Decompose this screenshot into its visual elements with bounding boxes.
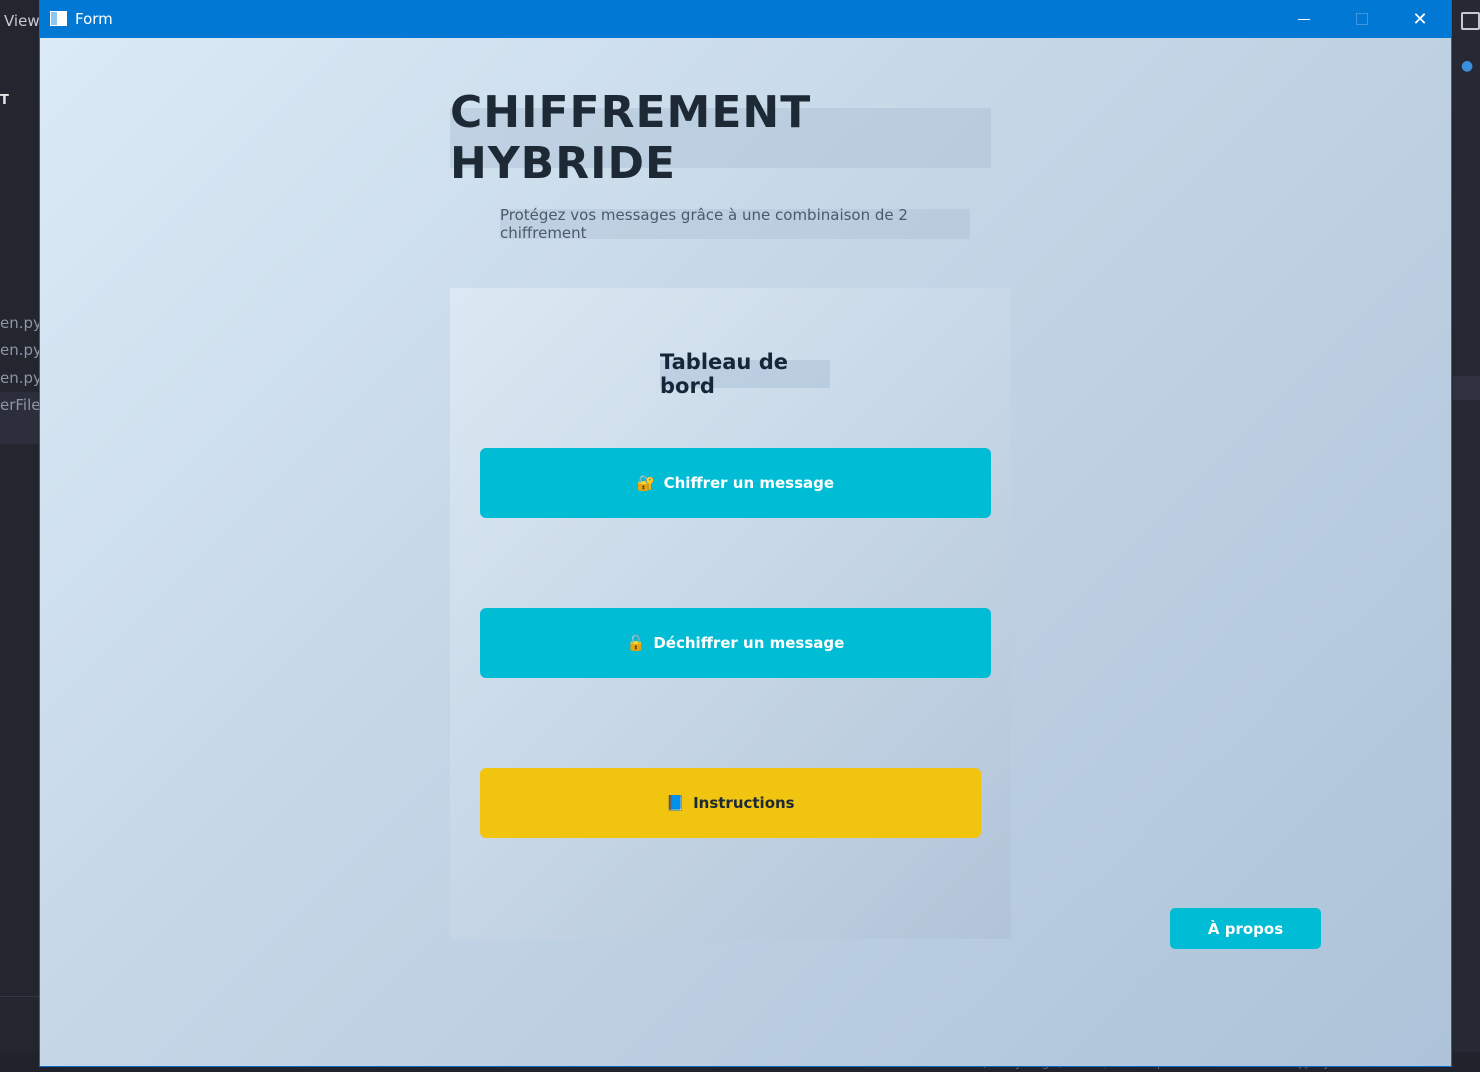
page-subtitle: Protégez vos messages grâce à une combin… xyxy=(500,206,970,242)
instructions-button-label: Instructions xyxy=(693,794,795,812)
window-title: Form xyxy=(75,10,113,28)
ide-file-item[interactable]: en.py xyxy=(0,341,42,359)
minimize-button[interactable] xyxy=(1275,0,1333,38)
window-titlebar[interactable]: Form ✕ xyxy=(40,0,1451,38)
ide-file-item[interactable]: erFile. xyxy=(0,396,45,414)
ide-divider xyxy=(0,996,40,997)
page-title: CHIFFREMENT HYBRIDE xyxy=(450,87,991,189)
about-button[interactable]: À propos xyxy=(1170,908,1321,949)
book-icon: 📘 xyxy=(666,794,686,812)
minimize-icon xyxy=(1298,18,1310,20)
ide-file-item[interactable]: en.py xyxy=(0,369,42,387)
ide-explorer-header: T xyxy=(0,93,9,108)
panel-layout-icon[interactable] xyxy=(1461,12,1480,30)
ide-right-sidebar xyxy=(1453,0,1480,1072)
ide-right-highlight xyxy=(1453,376,1480,400)
encrypt-message-button[interactable]: 🔐 Chiffrer un message xyxy=(480,448,991,518)
app-window-icon xyxy=(50,11,67,26)
dashboard-title: Tableau de bord xyxy=(660,350,830,398)
maximize-button[interactable] xyxy=(1333,0,1391,38)
ide-file-item[interactable]: en.py xyxy=(0,314,42,332)
decrypt-message-button[interactable]: 🔓 Déchiffrer un message xyxy=(480,608,991,678)
ide-menu-view[interactable]: View xyxy=(4,12,40,30)
form-window: Form ✕ CHIFFREMENT HYBRIDE Protégez vos … xyxy=(40,0,1451,1066)
close-button[interactable]: ✕ xyxy=(1391,0,1449,38)
unlock-icon: 🔓 xyxy=(626,634,646,652)
lock-key-icon: 🔐 xyxy=(636,474,656,492)
encrypt-button-label: Chiffrer un message xyxy=(663,474,835,492)
python-icon: ● xyxy=(1461,58,1474,74)
instructions-button[interactable]: 📘 Instructions xyxy=(480,768,981,838)
dashboard-panel: Tableau de bord 🔐 Chiffrer un message 🔓 … xyxy=(450,288,1011,939)
maximize-icon xyxy=(1356,13,1368,25)
decrypt-button-label: Déchiffrer un message xyxy=(653,634,845,652)
close-icon: ✕ xyxy=(1412,8,1428,30)
